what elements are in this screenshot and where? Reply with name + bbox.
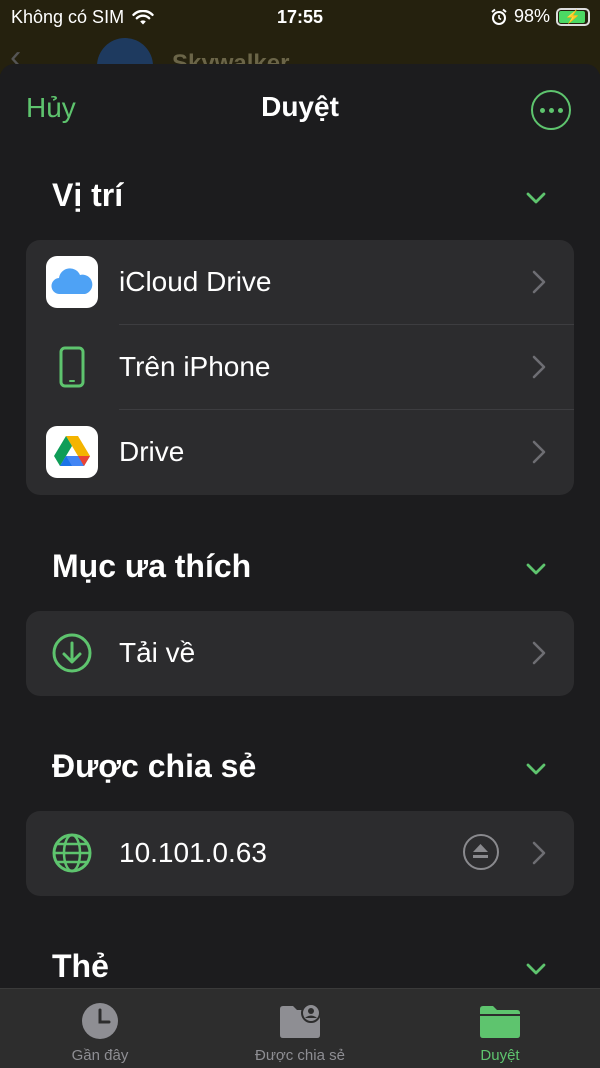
list-item-label: iCloud Drive <box>119 266 272 297</box>
list-item-downloads[interactable]: Tải về <box>26 611 574 696</box>
eject-button[interactable] <box>463 834 499 870</box>
status-bar: Không có SIM 17:55 98% ⚡ <box>0 0 600 34</box>
chevron-down-icon[interactable] <box>524 557 548 581</box>
battery-icon: ⚡ <box>556 7 590 26</box>
icloud-drive-icon <box>46 256 98 308</box>
battery-percent: 98% <box>513 6 550 26</box>
list-item-icloud-drive[interactable]: iCloud Drive <box>26 240 574 325</box>
favorites-list: Tải về <box>26 611 574 696</box>
shared-list: 10.101.0.63 <box>26 811 574 896</box>
tab-label: Duyệt <box>480 1047 520 1064</box>
tab-recents[interactable]: Gần đây <box>0 989 200 1068</box>
browse-sheet: Hủy Duyệt Vị trí iCloud Drive Trên iPhon… <box>0 64 600 988</box>
clock-icon <box>82 1003 118 1039</box>
list-item-label: Trên iPhone <box>119 351 271 382</box>
list-item-drive[interactable]: Drive <box>26 410 574 495</box>
folder-icon <box>480 1006 520 1038</box>
tab-browse[interactable]: Duyệt <box>400 989 600 1068</box>
tab-bar: Gần đây Được chia sẻ Duyệt <box>0 988 600 1068</box>
section-header-shared[interactable]: Được chia sẻ <box>52 748 256 785</box>
chevron-right-icon <box>532 841 546 865</box>
section-header-locations[interactable]: Vị trí <box>52 177 123 214</box>
chevron-down-icon[interactable] <box>524 186 548 210</box>
locations-list: iCloud Drive Trên iPhone Drive <box>26 240 574 495</box>
chevron-right-icon <box>532 270 546 294</box>
chevron-right-icon <box>532 355 546 379</box>
list-item-label: 10.101.0.63 <box>119 837 267 868</box>
eject-icon <box>473 844 488 858</box>
globe-icon <box>46 827 98 879</box>
nav-bar: Hủy Duyệt <box>0 64 600 154</box>
download-icon <box>46 627 98 679</box>
google-drive-icon <box>46 426 98 478</box>
tab-label: Gần đây <box>71 1047 129 1064</box>
section-header-favorites[interactable]: Mục ưa thích <box>52 548 251 585</box>
list-item-on-iphone[interactable]: Trên iPhone <box>26 325 574 410</box>
chevron-right-icon <box>532 440 546 464</box>
page-title: Duyệt <box>261 91 339 122</box>
more-options-button[interactable] <box>531 90 571 130</box>
status-right: 98% ⚡ <box>490 6 590 27</box>
section-header-tags[interactable]: Thẻ <box>52 948 109 985</box>
alarm-icon <box>491 8 507 25</box>
chevron-right-icon <box>532 641 546 665</box>
tab-shared[interactable]: Được chia sẻ <box>200 989 400 1068</box>
chevron-down-icon[interactable] <box>524 957 548 981</box>
chevron-down-icon[interactable] <box>524 757 548 781</box>
shared-folder-icon <box>280 1003 321 1038</box>
iphone-icon <box>46 341 98 393</box>
tab-label: Được chia sẻ <box>255 1047 345 1064</box>
list-item-server[interactable]: 10.101.0.63 <box>26 811 574 896</box>
list-item-label: Drive <box>119 436 185 467</box>
list-item-label: Tải về <box>119 637 196 668</box>
